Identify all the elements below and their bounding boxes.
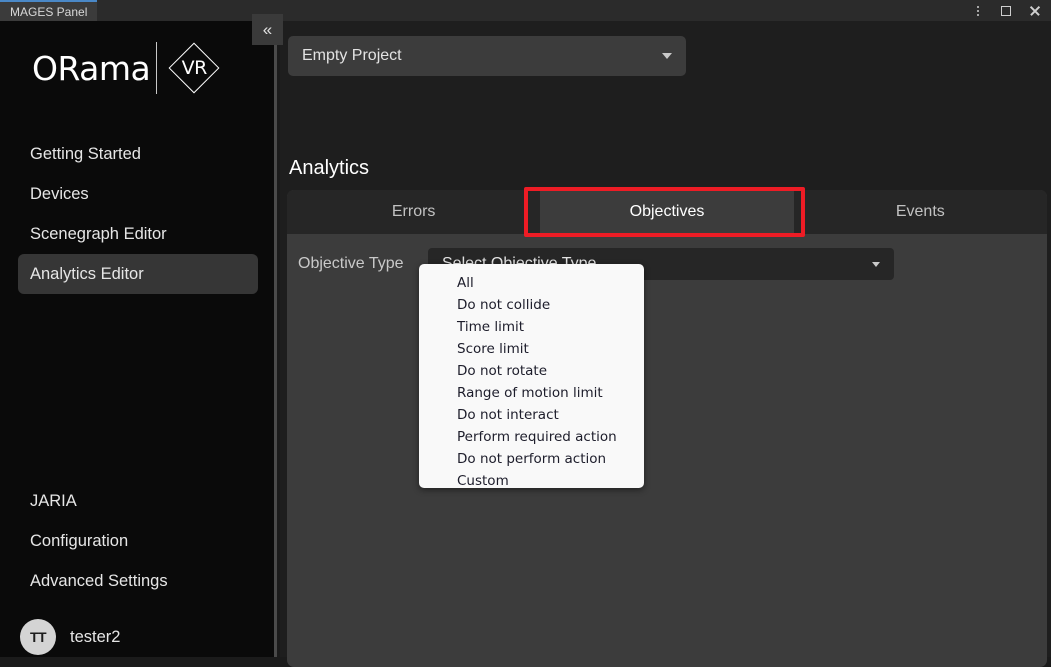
dropdown-option-label: Do not perform action bbox=[457, 451, 607, 467]
more-options-icon[interactable] bbox=[971, 4, 985, 18]
sidebar-item-label: JARIA bbox=[30, 491, 77, 510]
maximize-icon[interactable] bbox=[999, 4, 1013, 18]
objective-type-dropdown-menu: All Do not collide Time limit Score limi… bbox=[419, 264, 644, 489]
dropdown-option-perform-required-action[interactable]: Perform required action bbox=[419, 426, 644, 448]
vr-diamond-icon: VR bbox=[166, 40, 222, 96]
dropdown-option-label: Custom bbox=[457, 473, 509, 489]
sidebar-item-advanced-settings[interactable]: Advanced Settings bbox=[18, 561, 258, 601]
dropdown-option-do-not-interact[interactable]: Do not interact bbox=[419, 404, 644, 426]
close-icon[interactable] bbox=[1027, 4, 1041, 18]
account-row[interactable]: TT tester2 bbox=[20, 619, 120, 655]
tab-label: Objectives bbox=[629, 203, 705, 220]
sidebar-item-getting-started[interactable]: Getting Started bbox=[18, 134, 258, 174]
sidebar-scrollbar[interactable] bbox=[274, 21, 277, 657]
sidebar-item-label: Getting Started bbox=[30, 144, 141, 163]
sidebar-item-devices[interactable]: Devices bbox=[18, 174, 258, 214]
avatar: TT bbox=[20, 619, 56, 655]
tab-errors[interactable]: Errors bbox=[287, 190, 540, 234]
dropdown-option-score-limit[interactable]: Score limit bbox=[419, 338, 644, 360]
tab-events[interactable]: Events bbox=[794, 190, 1047, 234]
account-username: tester2 bbox=[70, 627, 121, 646]
window-tab-mages-panel[interactable]: MAGES Panel bbox=[0, 0, 98, 21]
dropdown-option-label: Score limit bbox=[457, 341, 529, 357]
chevron-down-icon bbox=[662, 53, 672, 59]
window-tab-label: MAGES Panel bbox=[10, 4, 88, 19]
sidebar-item-label: Devices bbox=[30, 184, 89, 203]
orama-vr-logo: ORama VR bbox=[32, 40, 222, 96]
tab-objectives[interactable]: Objectives bbox=[540, 190, 794, 234]
main-content: Empty Project Analytics Errors Objective… bbox=[280, 21, 1051, 667]
dropdown-option-all[interactable]: All bbox=[419, 272, 644, 294]
sidebar-item-label: Configuration bbox=[30, 531, 129, 550]
sidebar-item-configuration[interactable]: Configuration bbox=[18, 521, 258, 561]
dropdown-option-label: Time limit bbox=[457, 319, 525, 335]
sidebar-item-jaria[interactable]: JARIA bbox=[18, 481, 258, 521]
dropdown-option-do-not-perform-action[interactable]: Do not perform action bbox=[419, 448, 644, 470]
page-title: Analytics bbox=[289, 157, 370, 179]
titlebar-spacer bbox=[97, 0, 971, 21]
logo-vr-label: VR bbox=[181, 57, 208, 79]
sidebar-item-scenegraph-editor[interactable]: Scenegraph Editor bbox=[18, 214, 258, 254]
dropdown-option-time-limit[interactable]: Time limit bbox=[419, 316, 644, 338]
objective-type-label: Objective Type bbox=[298, 255, 404, 272]
collapse-sidebar-icon[interactable]: « bbox=[252, 14, 283, 45]
sidebar-nav-primary: Getting Started Devices Scenegraph Edito… bbox=[18, 134, 258, 294]
window-controls bbox=[971, 0, 1051, 21]
dropdown-option-custom[interactable]: Custom bbox=[419, 470, 644, 492]
dropdown-option-label: Range of motion limit bbox=[457, 385, 603, 401]
logo-wordmark: ORama bbox=[32, 48, 151, 88]
dropdown-option-label: All bbox=[457, 275, 474, 291]
project-selector[interactable]: Empty Project bbox=[288, 36, 686, 76]
chevron-down-icon bbox=[872, 261, 880, 267]
dropdown-option-label: Do not rotate bbox=[457, 363, 548, 379]
analytics-panel: Errors Objectives Events Objective Type … bbox=[287, 187, 1047, 667]
project-selector-value: Empty Project bbox=[302, 47, 402, 64]
dropdown-option-label: Do not interact bbox=[457, 407, 559, 423]
sidebar-nav-secondary: JARIA Configuration Advanced Settings bbox=[18, 481, 258, 601]
sidebar-item-label: Advanced Settings bbox=[30, 571, 168, 590]
sidebar-item-label: Scenegraph Editor bbox=[30, 224, 167, 243]
dropdown-option-label: Do not collide bbox=[457, 297, 551, 313]
tab-label: Events bbox=[895, 203, 945, 220]
dropdown-option-range-of-motion-limit[interactable]: Range of motion limit bbox=[419, 382, 644, 404]
dropdown-option-label: Perform required action bbox=[457, 429, 617, 445]
dropdown-option-do-not-rotate[interactable]: Do not rotate bbox=[419, 360, 644, 382]
tab-label: Errors bbox=[391, 203, 436, 220]
dropdown-option-do-not-collide[interactable]: Do not collide bbox=[419, 294, 644, 316]
sidebar-item-label: Analytics Editor bbox=[30, 264, 144, 283]
sidebar: ORama VR Getting Started Devices Scenegr… bbox=[0, 21, 277, 657]
window-titlebar: MAGES Panel bbox=[0, 0, 1051, 21]
logo-divider bbox=[156, 42, 158, 94]
analytics-tabbar: Errors Objectives Events bbox=[287, 187, 1047, 237]
sidebar-item-analytics-editor[interactable]: Analytics Editor bbox=[18, 254, 258, 294]
